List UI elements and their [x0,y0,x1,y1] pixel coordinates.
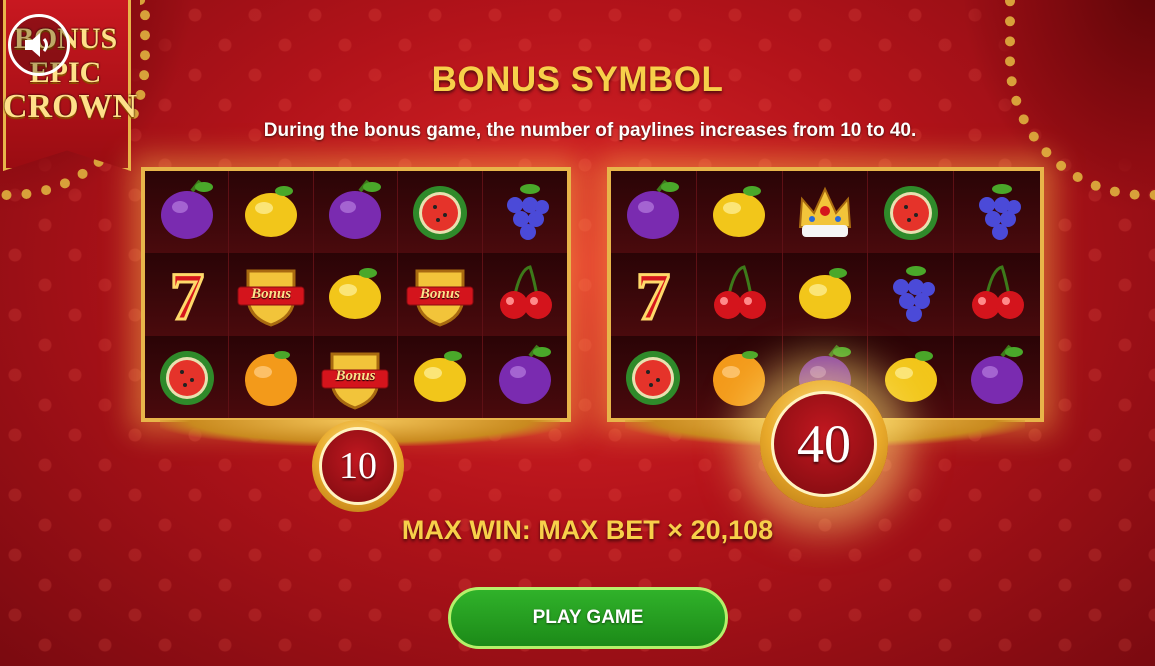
left-cell-7 [313,253,399,336]
orange-symbol-icon [713,350,766,406]
lemon-symbol-icon [798,268,851,320]
crown-symbol-icon [798,186,852,238]
grapes-symbol-icon [506,184,549,241]
paylines-40-label: 40 [771,391,877,497]
page-subtitle: During the bonus game, the number of pay… [263,120,917,141]
paylines-40-coin: 40 [760,380,888,508]
watermelon-symbol-icon [883,186,938,241]
bonus-symbol-label: Bonus [335,368,376,385]
plum-symbol-icon [498,344,551,404]
right-cell-6 [696,253,783,336]
max-win-text: MAX WIN: MAX BET × 20,108 [401,515,774,545]
reel-grid-left: 7 Bonus Bonus Bonus [141,167,571,422]
right-cell-5: 7 [611,253,697,336]
seven-symbol-icon: 7 [635,259,672,329]
cherry-symbol-icon [972,265,1025,320]
left-cell-10 [145,335,230,418]
left-cell-14 [482,335,567,418]
right-cell-0 [611,171,697,254]
svg-text:7: 7 [170,259,204,329]
right-cell-3 [868,171,955,254]
left-cell-3 [398,171,483,254]
plum-symbol-icon [971,344,1024,404]
bonus-symbol-label: Bonus [251,285,292,302]
seven-symbol-icon: 7 [168,259,205,329]
right-cell-1 [696,171,783,254]
grapes-symbol-icon [979,184,1022,241]
left-cell-12: Bonus [313,335,399,418]
left-cell-8: Bonus [398,253,483,336]
lemon-symbol-icon [245,186,298,238]
left-cell-0 [145,171,230,254]
paylines-10-coin: 10 [312,420,404,512]
grapes-symbol-icon [892,266,935,323]
svg-text:7: 7 [636,259,670,329]
paylines-10-label: 10 [319,427,397,505]
speaker-icon [25,33,48,57]
watermelon-symbol-icon [412,186,467,241]
cherry-symbol-icon [499,265,552,320]
plum-symbol-icon [627,179,680,240]
right-cell-2 [782,171,869,254]
right-cell-9 [954,253,1040,336]
left-cell-2 [313,171,399,254]
right-cell-13 [868,335,955,418]
lemon-symbol-icon [713,186,766,238]
left-cell-1 [229,171,314,254]
left-cell-4 [482,171,567,254]
right-cell-4 [954,171,1040,254]
right-cell-8 [868,253,955,336]
right-cell-10 [611,335,697,418]
cherry-symbol-icon [714,265,767,320]
plum-symbol-icon [160,179,213,240]
lemon-symbol-icon [329,268,382,320]
left-cell-13 [398,335,483,418]
bonus-symbol-label: Bonus [419,285,460,302]
page-title: BONUS SYMBOL [431,60,724,99]
watermelon-symbol-icon [159,350,214,405]
orange-symbol-icon [245,350,298,406]
lemon-symbol-icon [884,350,937,402]
left-cell-11 [229,335,314,418]
left-cell-5: 7 [145,253,230,336]
left-cell-9 [482,253,567,336]
watermelon-symbol-icon [626,350,681,405]
right-cell-14 [954,335,1040,418]
plum-symbol-icon [329,179,382,240]
right-cell-7 [782,253,869,336]
right-cell-11 [696,335,783,418]
left-cell-6: Bonus [229,253,314,336]
lemon-symbol-icon [413,350,466,402]
play-game-button[interactable]: PLAY GAME [448,587,728,649]
